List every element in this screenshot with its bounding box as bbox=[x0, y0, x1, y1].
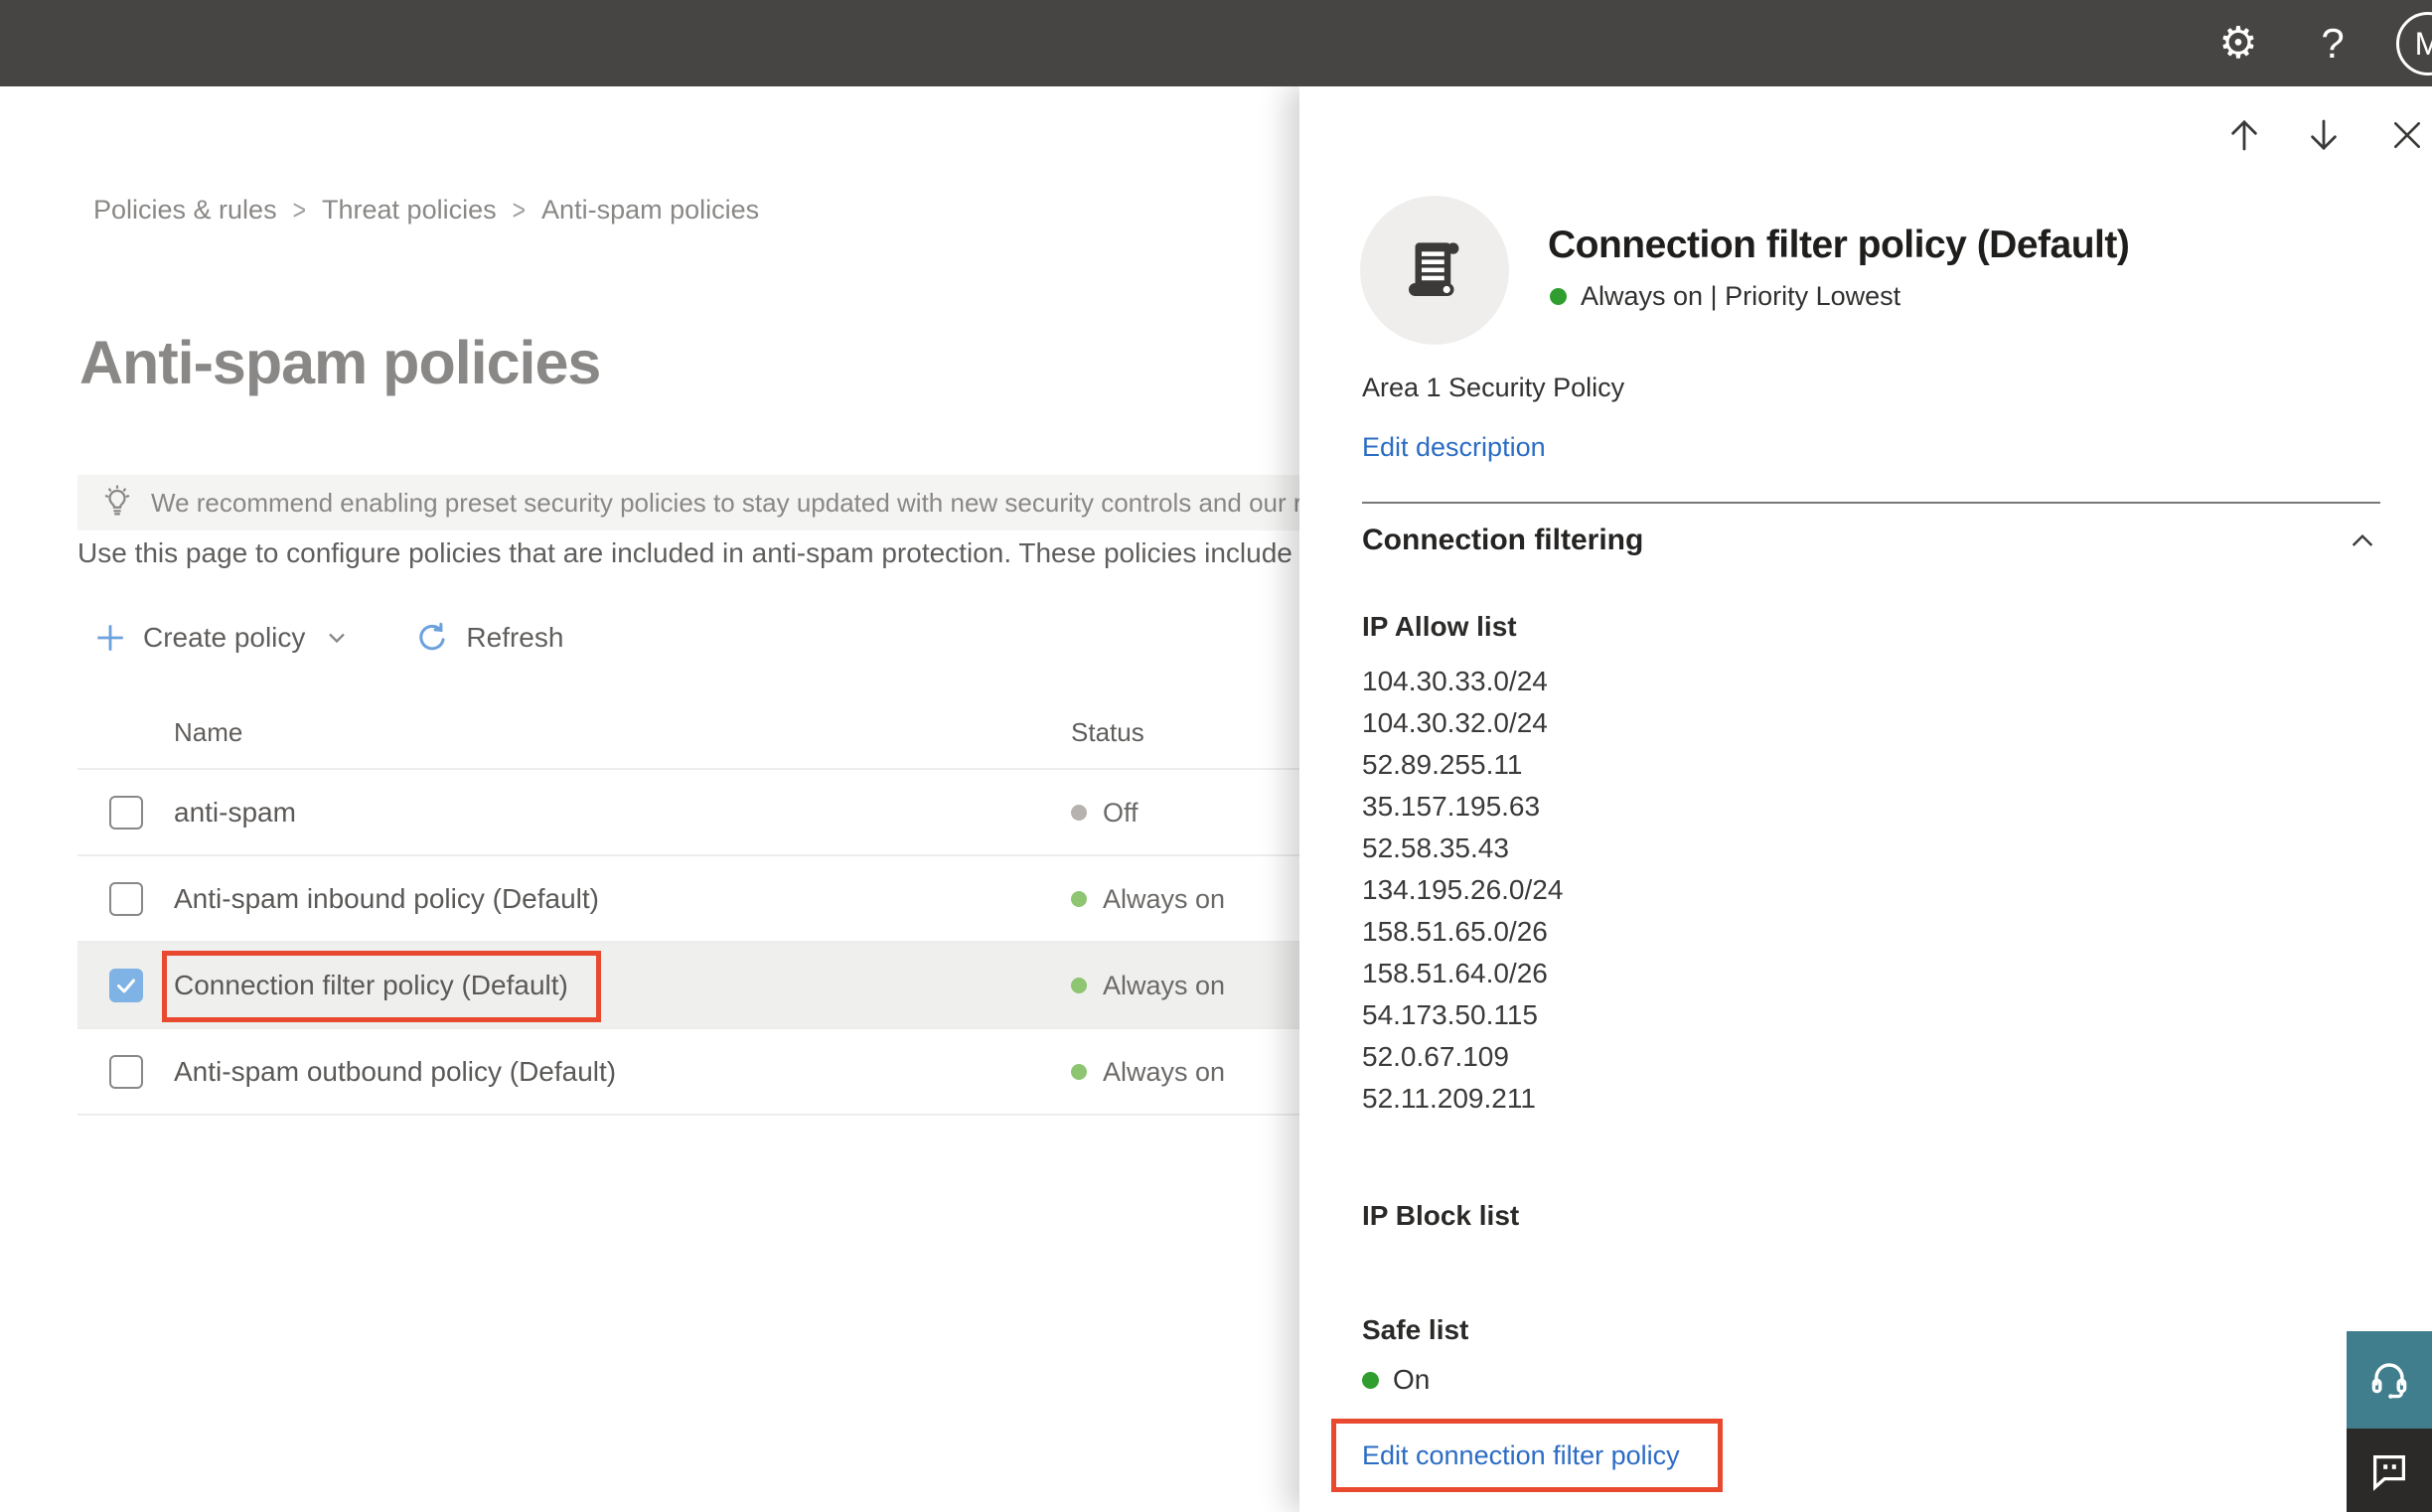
feedback-button[interactable] bbox=[2347, 1429, 2432, 1512]
row-checkbox[interactable] bbox=[109, 882, 143, 916]
breadcrumb: Policies & rules > Threat policies > Ant… bbox=[93, 193, 759, 227]
next-item-button[interactable] bbox=[2301, 112, 2347, 158]
safe-list-status: On bbox=[1362, 1364, 1430, 1396]
panel-divider bbox=[1362, 502, 2380, 504]
column-header-name[interactable]: Name bbox=[174, 717, 242, 748]
create-policy-dropdown[interactable] bbox=[323, 624, 351, 652]
ip-address: 52.11.209.211 bbox=[1362, 1083, 1536, 1114]
recommendation-banner: We recommend enabling preset security po… bbox=[77, 475, 1482, 530]
gear-icon: ⚙ bbox=[2218, 19, 2258, 68]
refresh-icon bbox=[414, 620, 450, 656]
status-label: Always on bbox=[1103, 971, 1226, 1000]
page-description: Use this page to configure policies that… bbox=[77, 537, 1292, 568]
highlight-annotation-box: Edit connection filter policy bbox=[1331, 1419, 1723, 1492]
ip-address: 104.30.33.0/24 bbox=[1362, 666, 1548, 696]
status-dot bbox=[1071, 805, 1087, 821]
headset-icon bbox=[2371, 1363, 2407, 1399]
feedback-bubble-icon bbox=[2372, 1454, 2406, 1491]
section-title: Connection filtering bbox=[1362, 524, 1644, 556]
close-icon bbox=[2394, 122, 2420, 148]
arrow-up-icon bbox=[2231, 119, 2257, 151]
table-row[interactable]: Connection filter policy (Default) Always… bbox=[77, 941, 1488, 1027]
toolbar: Create policy Refresh bbox=[93, 614, 563, 662]
safe-list-label: Safe list bbox=[1362, 1314, 1469, 1345]
policy-name-link[interactable]: Anti-spam inbound policy (Default) bbox=[174, 883, 599, 915]
previous-item-button[interactable] bbox=[2221, 112, 2267, 158]
policy-description: Area 1 Security Policy bbox=[1362, 373, 1625, 402]
row-checkbox[interactable] bbox=[109, 969, 143, 1002]
ip-address: 158.51.64.0/26 bbox=[1362, 958, 1548, 988]
edit-connection-filter-policy-link[interactable]: Edit connection filter policy bbox=[1362, 1440, 1680, 1471]
page-title: Anti-spam policies bbox=[79, 329, 601, 396]
support-button[interactable] bbox=[2347, 1331, 2432, 1429]
scroll-policy-icon bbox=[1409, 242, 1459, 296]
ip-address: 52.89.255.11 bbox=[1362, 749, 1523, 780]
row-checkbox[interactable] bbox=[109, 796, 143, 830]
banner-text: We recommend enabling preset security po… bbox=[151, 487, 1402, 518]
avatar-initial: M bbox=[2414, 25, 2432, 62]
ip-address: 52.0.67.109 bbox=[1362, 1041, 1509, 1072]
table-header: Name Status bbox=[77, 695, 1488, 768]
lightbulb-icon bbox=[104, 485, 130, 516]
status-label: Always on bbox=[1103, 884, 1226, 914]
status-dot bbox=[1071, 1064, 1087, 1080]
ip-address: 35.157.195.63 bbox=[1362, 791, 1541, 822]
settings-button[interactable]: ⚙ bbox=[2204, 0, 2273, 86]
arrow-down-icon bbox=[2311, 119, 2337, 151]
ip-address: 104.30.32.0/24 bbox=[1362, 707, 1548, 738]
breadcrumb-separator: > bbox=[512, 193, 527, 227]
breadcrumb-threat-policies[interactable]: Threat policies bbox=[322, 195, 497, 226]
status-dot bbox=[1071, 978, 1087, 993]
panel-status-text: Always on | Priority Lowest bbox=[1581, 281, 1901, 311]
ip-address: 158.51.65.0/26 bbox=[1362, 916, 1548, 947]
policy-name-link[interactable]: Connection filter policy (Default) bbox=[174, 970, 568, 1001]
close-panel-button[interactable] bbox=[2384, 112, 2430, 158]
policies-table: Name Status anti-spam Off Anti-spam inboun… bbox=[77, 695, 1488, 1116]
policy-avatar bbox=[1360, 196, 1509, 345]
panel-title: Connection filter policy (Default) bbox=[1548, 224, 2130, 266]
breadcrumb-separator: > bbox=[292, 193, 307, 227]
help-button[interactable]: ? bbox=[2303, 0, 2362, 86]
breadcrumb-anti-spam-policies[interactable]: Anti-spam policies bbox=[541, 195, 759, 226]
table-row[interactable]: Anti-spam inbound policy (Default) Always… bbox=[77, 854, 1488, 941]
status-label: Always on bbox=[1103, 1057, 1226, 1087]
policy-name-link[interactable]: anti-spam bbox=[174, 797, 296, 829]
screen: ⚙ ? M Policies & rules > Threat policies… bbox=[0, 0, 2432, 1512]
policy-details-panel: Connection filter policy (Default) Alway… bbox=[1299, 86, 2432, 1512]
policy-table-rows: anti-spam Off Anti-spam inbound policy (De… bbox=[77, 768, 1488, 1116]
ip-address: 134.195.26.0/24 bbox=[1362, 874, 1564, 905]
checkmark-icon bbox=[117, 979, 135, 993]
breadcrumb-policies-rules[interactable]: Policies & rules bbox=[93, 195, 277, 226]
account-avatar[interactable]: M bbox=[2396, 12, 2432, 76]
panel-status-line: Always on | Priority Lowest bbox=[1550, 281, 1900, 312]
ip-allow-list-label: IP Allow list bbox=[1362, 611, 1517, 642]
policy-name-link[interactable]: Anti-spam outbound policy (Default) bbox=[174, 1056, 616, 1088]
safe-list-status-text: On bbox=[1393, 1364, 1431, 1395]
status-dot bbox=[1071, 891, 1087, 907]
ip-address: 54.173.50.115 bbox=[1362, 999, 1538, 1030]
help-icon: ? bbox=[2321, 19, 2345, 67]
ip-block-list-label: IP Block list bbox=[1362, 1200, 1520, 1231]
plus-icon bbox=[97, 625, 123, 651]
table-row[interactable]: Anti-spam outbound policy (Default) Alway… bbox=[77, 1027, 1488, 1114]
edit-description-link[interactable]: Edit description bbox=[1362, 432, 1546, 463]
ip-address: 52.58.35.43 bbox=[1362, 832, 1509, 863]
ip-allow-list: 104.30.33.0/24 104.30.32.0/24 52.89.255.11… bbox=[1362, 661, 1563, 1120]
create-policy-button[interactable]: Create policy bbox=[143, 622, 305, 654]
status-dot-green bbox=[1362, 1371, 1379, 1389]
table-row[interactable]: anti-spam Off bbox=[77, 768, 1488, 854]
chevron-down-icon bbox=[329, 633, 346, 644]
refresh-button[interactable]: Refresh bbox=[466, 622, 563, 654]
row-checkbox[interactable] bbox=[109, 1055, 143, 1089]
column-header-status[interactable]: Status bbox=[1071, 717, 1144, 748]
top-app-bar: ⚙ ? M bbox=[0, 0, 2432, 86]
status-dot-green bbox=[1550, 288, 1567, 305]
status-label: Off bbox=[1103, 798, 1139, 828]
section-connection-filtering[interactable]: Connection filtering bbox=[1362, 524, 2380, 557]
chevron-up-icon bbox=[2347, 526, 2378, 565]
